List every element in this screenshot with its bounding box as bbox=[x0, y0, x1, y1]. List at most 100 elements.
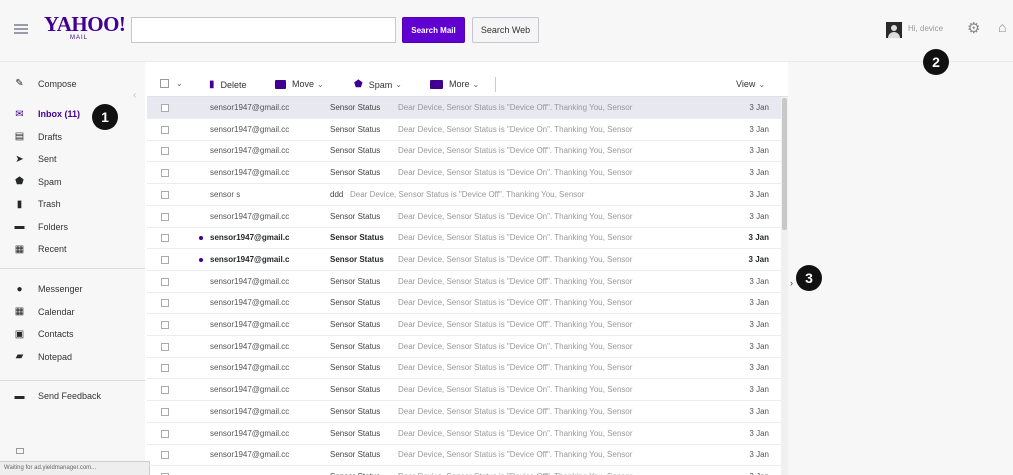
message-row[interactable]: sensor1947@gmail.cc Sensor Status Dear Dev… bbox=[147, 119, 781, 141]
spam-button[interactable]: ⬟ Spam ⌄ bbox=[354, 79, 402, 90]
search-input[interactable] bbox=[131, 17, 396, 43]
message-date: 3 Jan bbox=[749, 385, 769, 395]
row-checkbox[interactable] bbox=[161, 451, 169, 460]
select-all-checkbox[interactable] bbox=[160, 79, 169, 88]
message-sender: sensor1947@gmail.cc bbox=[210, 168, 290, 178]
row-checkbox[interactable] bbox=[161, 277, 169, 286]
message-row[interactable]: sensor1947@gmail.c Sensor Status Dear Devi… bbox=[147, 227, 781, 250]
message-sender: sensor1947@gmail.cc bbox=[210, 298, 290, 308]
row-checkbox[interactable] bbox=[161, 407, 169, 416]
more-button[interactable]: More ⌄ bbox=[430, 79, 479, 89]
menu-icon[interactable] bbox=[14, 24, 28, 34]
row-checkbox[interactable] bbox=[161, 255, 169, 264]
row-checkbox[interactable] bbox=[161, 321, 169, 329]
message-date: 3 Jan bbox=[749, 298, 769, 308]
scrollbar-thumb[interactable] bbox=[782, 98, 787, 230]
avatar[interactable] bbox=[886, 22, 902, 38]
row-checkbox[interactable] bbox=[161, 364, 169, 373]
sidebar-item-calendar[interactable]: ▦ Calendar bbox=[14, 304, 75, 320]
message-row[interactable]: sensor1947@gmail.c Sensor Status Dear Devi… bbox=[147, 249, 781, 271]
chevron-right-icon[interactable]: › bbox=[790, 278, 793, 288]
move-button[interactable]: Move ⌄ bbox=[275, 79, 324, 89]
message-preview: Dear Device, Sensor Status is "Device Of… bbox=[398, 146, 633, 156]
sidebar-item-notepad[interactable]: ▰ Notepad bbox=[14, 349, 72, 365]
message-row[interactable]: sensor1947@gmail.cc Sensor Status Dear Dev… bbox=[147, 336, 781, 358]
message-date: 3 Jan bbox=[749, 363, 769, 373]
message-preview: Dear Device, Sensor Status is "Device Of… bbox=[350, 189, 585, 199]
message-date: 3 Jan bbox=[749, 450, 769, 460]
chevron-down-icon: ⌄ bbox=[472, 79, 480, 89]
user-greeting[interactable]: Hi, device bbox=[908, 24, 943, 33]
sidebar-item-drafts[interactable]: ▤ Drafts bbox=[14, 129, 62, 145]
row-checkbox[interactable] bbox=[161, 190, 169, 199]
sidebar-item-contacts[interactable]: ▣ Contacts bbox=[14, 326, 74, 342]
sidebar-item-label: Calendar bbox=[38, 306, 75, 317]
message-row[interactable]: sensor1947@gmail.cc Sensor Status Dear Dev… bbox=[147, 271, 781, 293]
message-row[interactable]: sensor1947@gmail.cc Sensor Status Dear Dev… bbox=[147, 97, 781, 119]
compose-button[interactable]: ✎ Compose bbox=[14, 78, 76, 89]
message-subject: Sensor Status bbox=[330, 298, 381, 308]
message-date: 3 Jan bbox=[749, 168, 769, 178]
sidebar-item-trash[interactable]: ▮ Trash bbox=[14, 196, 61, 212]
row-checkbox[interactable] bbox=[161, 299, 169, 308]
chevron-left-icon[interactable]: ‹ bbox=[133, 90, 136, 101]
view-dropdown[interactable]: View ⌄ bbox=[736, 79, 765, 89]
more-label: More bbox=[449, 79, 470, 89]
search-mail-button[interactable]: Search Mail bbox=[402, 17, 465, 43]
move-label: Move bbox=[292, 79, 315, 89]
send-feedback-label: Send Feedback bbox=[38, 391, 102, 401]
message-subject: Sensor Status bbox=[330, 428, 381, 438]
message-row[interactable]: sensor1947@gmail.cc Sensor Status Dear Dev… bbox=[147, 292, 781, 315]
send-feedback-link[interactable]: ▬ Send Feedback bbox=[14, 388, 102, 404]
message-row[interactable]: sensor1947@gmail.cc Sensor Status Dear Dev… bbox=[147, 314, 781, 336]
message-row[interactable]: sensor1947@gmail.cc Sensor Status Dear Dev… bbox=[147, 162, 781, 185]
sidebar-item-spam[interactable]: ⬟ Spam bbox=[14, 174, 61, 190]
message-row[interactable]: sensor1947@gmail.cc Sensor Status Dear Dev… bbox=[147, 379, 781, 402]
sidebar-item-messenger[interactable]: ● Messenger bbox=[14, 281, 82, 297]
recent-icon: ▦ bbox=[14, 243, 25, 255]
sidebar-item-label: Recent bbox=[38, 244, 67, 254]
divider bbox=[0, 268, 145, 269]
gear-icon[interactable]: ⚙ bbox=[967, 19, 980, 37]
row-checkbox[interactable] bbox=[161, 104, 169, 112]
message-row[interactable]: sensor1947@gmail.cc Sensor Status Dear Dev… bbox=[147, 140, 781, 163]
message-preview: Dear Device, Sensor Status is "Device Of… bbox=[398, 363, 633, 373]
drafts-icon: ▤ bbox=[14, 131, 25, 142]
sidebar-item-inbox[interactable]: ✉ Inbox (11) bbox=[14, 106, 80, 122]
message-row[interactable]: sensor1947@gmail.cc Sensor Status Dear Dev… bbox=[147, 357, 781, 380]
sidebar-item-folders[interactable]: ▬ Folders bbox=[14, 219, 69, 235]
spam-icon: ⬟ bbox=[15, 176, 24, 187]
row-checkbox[interactable] bbox=[161, 429, 169, 438]
message-subject: Sensor Status bbox=[330, 341, 381, 351]
message-subject: Sensor Status bbox=[330, 211, 381, 221]
sidebar-item-sent[interactable]: ➤ Sent bbox=[14, 151, 56, 167]
folder-icon: ▬ bbox=[14, 221, 25, 232]
message-preview: Dear Device, Sensor Status is "Device Of… bbox=[398, 406, 633, 416]
row-checkbox[interactable] bbox=[161, 147, 169, 156]
message-row[interactable]: sensor1947@gmail.cc Sensor Status Dear Dev… bbox=[147, 401, 781, 423]
message-row[interactable]: Sensor StatusDear Device, Sensor Status … bbox=[147, 466, 781, 475]
sidebar-item-label: Folders bbox=[38, 221, 69, 232]
row-checkbox[interactable] bbox=[161, 212, 169, 221]
row-checkbox[interactable] bbox=[161, 169, 169, 178]
search-web-button[interactable]: Search Web bbox=[472, 17, 539, 43]
message-row[interactable]: sensor s ddd Dear Device, Sensor Status is… bbox=[147, 184, 781, 206]
yahoo-mail-logo[interactable]: YAHOO! MAIL bbox=[44, 13, 126, 42]
message-preview: Dear Device, Sensor Status is "Device Of… bbox=[398, 298, 633, 308]
home-icon[interactable]: ⌂ bbox=[998, 19, 1006, 35]
message-row[interactable]: sensor1947@gmail.cc Sensor Status Dear Dev… bbox=[147, 444, 781, 467]
delete-button[interactable]: ▮ Delete bbox=[209, 79, 247, 90]
message-preview: Dear Device, Sensor Status is "Device On… bbox=[398, 168, 633, 178]
message-row[interactable]: sensor1947@gmail.cc Sensor Status Dear Dev… bbox=[147, 423, 781, 445]
message-preview: Dear Device, Sensor Status is "Device On… bbox=[398, 428, 633, 438]
row-checkbox[interactable] bbox=[161, 125, 169, 134]
row-checkbox[interactable] bbox=[161, 342, 169, 351]
row-checkbox[interactable] bbox=[161, 386, 169, 395]
trash-icon: ▮ bbox=[209, 79, 215, 90]
message-date: 3 Jan bbox=[749, 276, 769, 286]
select-all-dropdown[interactable]: ⌄ bbox=[160, 79, 183, 88]
minimize-icon[interactable] bbox=[16, 448, 24, 454]
sidebar-item-recent[interactable]: ▦ Recent bbox=[14, 241, 67, 257]
message-row[interactable]: sensor1947@gmail.cc Sensor Status Dear Dev… bbox=[147, 206, 781, 228]
row-checkbox[interactable] bbox=[161, 234, 169, 243]
